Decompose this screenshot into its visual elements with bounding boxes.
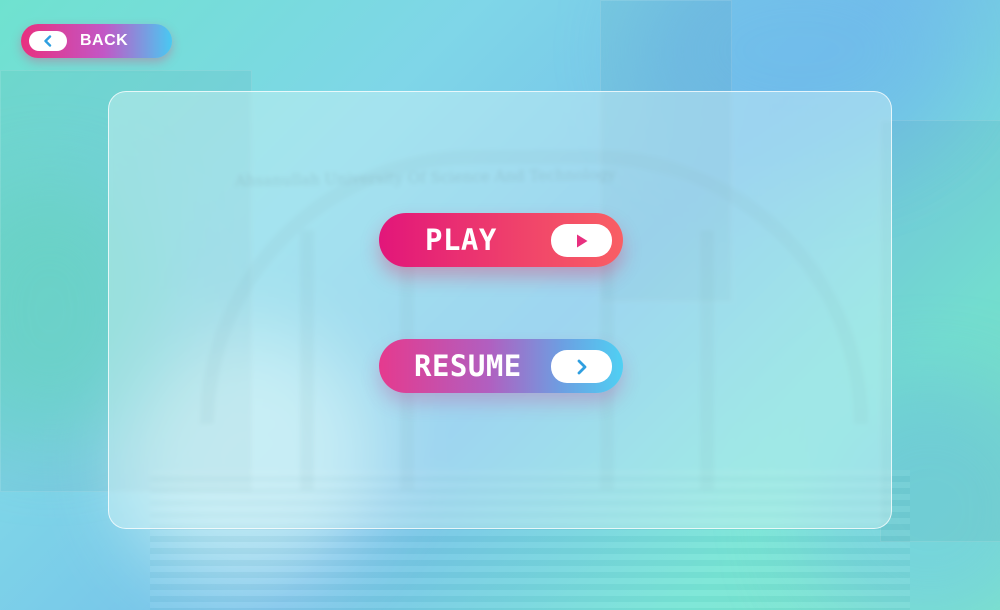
play-icon (576, 234, 587, 247)
play-button-label: PLAY (425, 223, 497, 257)
play-button[interactable]: PLAY (379, 213, 623, 267)
resume-button[interactable]: RESUME (379, 339, 623, 393)
menu-panel (108, 91, 892, 529)
chevron-left-icon (44, 35, 52, 47)
resume-icon-pill (551, 350, 612, 383)
play-icon-pill (551, 224, 612, 257)
chevron-right-icon (577, 359, 586, 374)
back-button-label: BACK (80, 32, 129, 49)
back-button[interactable]: BACK (21, 24, 172, 58)
resume-button-label: RESUME (414, 349, 522, 383)
back-icon-pill (29, 31, 67, 51)
